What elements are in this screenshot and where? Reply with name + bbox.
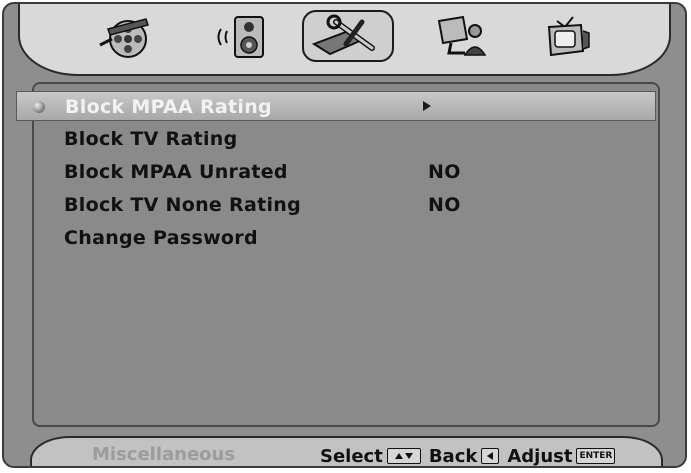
selection-bullet-icon — [33, 101, 45, 113]
help-bar: Miscellaneous Select Back Adjust ENTER — [30, 436, 663, 467]
menu-item-label: Change Password — [64, 227, 258, 249]
computer-person-icon — [437, 15, 487, 56]
up-down-key-icon — [386, 448, 421, 464]
menu-item-block-mpaa-rating[interactable]: Block MPAA Rating — [16, 91, 656, 121]
menu-item-label: Block MPAA Unrated — [64, 161, 288, 183]
back-hint-label: Back — [428, 445, 478, 467]
tab-miscellaneous[interactable] — [302, 10, 394, 62]
key-hints: Select Back Adjust ENTER — [320, 444, 623, 467]
adjust-hint-label: Adjust — [507, 445, 573, 467]
select-hint-label: Select — [320, 445, 383, 467]
tab-preferences[interactable] — [418, 10, 510, 62]
menu-item-label: Block TV None Rating — [64, 194, 301, 216]
menu-item-change-password[interactable]: Change Password — [16, 223, 656, 253]
enter-key-icon: ENTER — [576, 448, 616, 464]
tab-tv[interactable] — [520, 10, 612, 62]
tab-audio[interactable] — [200, 10, 292, 62]
menu-item-value: NO — [428, 161, 461, 183]
menu-item-block-tv-none-rating[interactable]: Block TV None Rating NO — [16, 190, 656, 220]
osd-menu-window: Block MPAA Rating Block TV Rating Block … — [2, 2, 687, 468]
tab-movie[interactable] — [82, 10, 174, 62]
menu-item-label: Block MPAA Rating — [65, 96, 272, 118]
section-name: Miscellaneous — [92, 444, 236, 465]
submenu-arrow-icon — [423, 101, 431, 111]
tv-icon — [547, 16, 590, 57]
speaker-icon — [217, 16, 264, 58]
movie-reel-icon — [99, 18, 149, 58]
menu-item-label: Block TV Rating — [64, 128, 238, 150]
tools-icon — [311, 14, 375, 56]
left-key-icon — [481, 448, 500, 464]
menu-item-value: NO — [428, 194, 461, 216]
menu-item-block-mpaa-unrated[interactable]: Block MPAA Unrated NO — [16, 157, 656, 187]
category-icon-bar — [18, 4, 671, 76]
menu-item-block-tv-rating[interactable]: Block TV Rating — [16, 124, 656, 154]
